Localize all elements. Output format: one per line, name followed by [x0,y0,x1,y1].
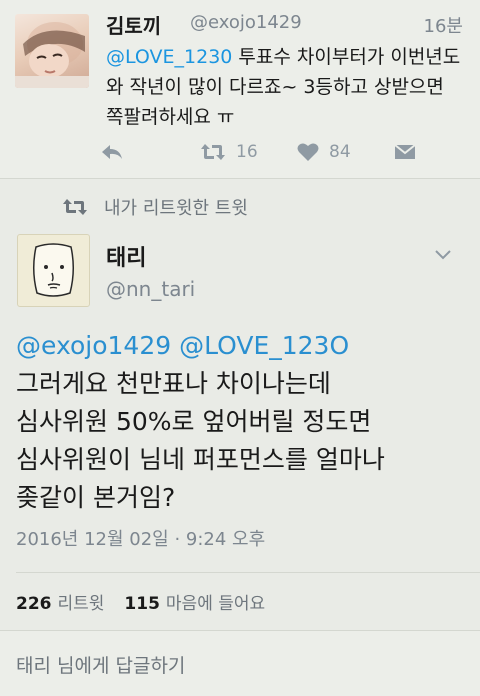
like-stat[interactable]: 115 마음에 들어요 [124,589,265,614]
retweet-count: 16 [236,142,258,162]
avatar-photo [15,22,89,88]
reply-button[interactable] [100,138,124,166]
heart-icon [297,143,319,161]
retweet-button[interactable]: 16 [200,138,258,166]
tweet-text: @exojo1429 @LOVE_123O 그러게요 천만표나 차이나는데 심사… [16,327,471,517]
more-options-button[interactable] [434,246,452,265]
author-name[interactable]: 태리 [106,240,146,272]
tweet-line: 좆같이 본거임? [16,483,176,512]
tweet-line: 심사위원 50%로 엎어버릴 정도면 [16,407,372,436]
retweet-stat[interactable]: 226 리트윗 [16,589,104,614]
avatar-drawing [33,243,74,297]
tweet-date: 2016년 12월 02일 · 9:24 오후 [16,529,266,550]
retweet-stat-label: 리트윗 [57,593,105,614]
dm-icon [394,144,416,159]
like-button[interactable]: 84 [297,138,351,166]
tweet-line: 심사위원이 님네 퍼포먼스를 얼마나 [16,445,385,474]
retweet-icon [63,199,87,215]
divider [16,572,480,573]
author-handle[interactable]: @exojo1429 [190,12,302,33]
author-name[interactable]: 김토끼 [106,10,161,39]
divider [0,178,480,179]
tweet-text: @LOVE_1230 투표수 차이부터가 이번년도와 작년이 많이 다르죠~ 3… [106,42,466,132]
author-handle[interactable]: @nn_tari [106,277,195,301]
reply-tweet[interactable]: 김토끼 @exojo1429 16분 @LOVE_1230 투표수 차이부터가 … [0,0,480,178]
retweet-icon [201,144,225,160]
dm-button[interactable] [393,138,417,166]
avatar[interactable] [17,234,90,307]
like-stat-count: 115 [124,593,160,614]
mention-links[interactable]: @exojo1429 @LOVE_123O [16,327,471,365]
reply-input[interactable]: 태리 님에게 답글하기 [16,651,185,678]
retweeted-label-text: 내가 리트윗한 트윗 [104,198,248,219]
like-stat-label: 마음에 들어요 [165,593,266,614]
reply-bar: 태리 님에게 답글하기 [0,631,480,696]
avatar[interactable] [15,14,89,88]
retweeted-label: 내가 리트윗한 트윗 [62,195,248,219]
reply-icon [102,145,122,159]
tweet-stats: 226 리트윗 115 마음에 들어요 [16,588,265,614]
tweet-actions: 16 84 [100,138,430,166]
tweet-timestamp: 16분 [423,16,463,37]
retweet-stat-count: 226 [16,593,52,614]
like-count: 84 [329,142,351,162]
mention-link[interactable]: @LOVE_1230 [106,46,232,68]
chevron-down-icon [435,250,451,260]
tweet-line: 그러게요 천만표나 차이나는데 [16,369,331,398]
